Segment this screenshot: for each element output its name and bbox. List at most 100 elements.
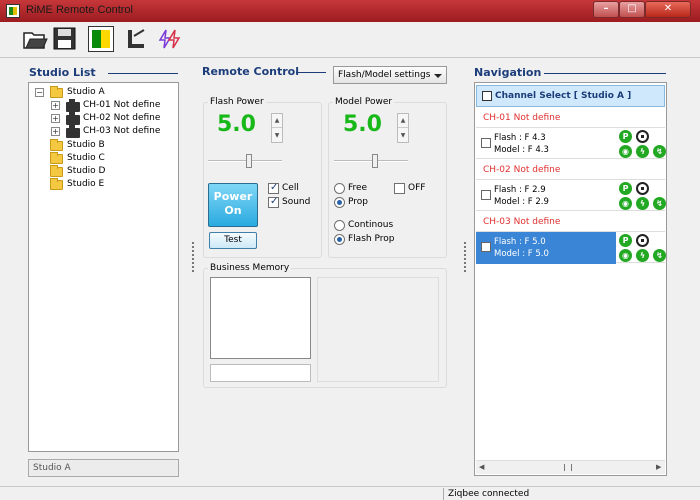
channel-checkbox[interactable] xyxy=(481,138,491,148)
tree-label: Studio D xyxy=(67,166,106,176)
flash-test-icon[interactable]: ϟ xyxy=(636,249,649,262)
channel-header: CH-02 Not define xyxy=(476,163,665,178)
flash-trigger-icon[interactable]: ↯ xyxy=(653,249,666,262)
model-power-slider[interactable] xyxy=(334,154,408,168)
channel-row-selected[interactable]: Flash : F 5.0 Model : F 5.0 P ◉ ϟ ↯ xyxy=(476,231,666,264)
modeling-light-icon[interactable]: ◉ xyxy=(619,197,632,210)
flash-sync-button[interactable] xyxy=(156,26,182,52)
select-all-checkbox[interactable] xyxy=(482,91,492,101)
flash-trigger-icon[interactable]: ↯ xyxy=(653,145,666,158)
continous-radio[interactable] xyxy=(334,220,345,231)
scroll-right-icon[interactable]: ▶ xyxy=(656,463,661,471)
arrow-up-icon[interactable]: ▲ xyxy=(272,114,282,128)
mode-select-value: Flash/Model settings xyxy=(338,70,431,80)
minimize-button[interactable]: – xyxy=(593,1,619,18)
flash-power-stepper[interactable]: ▲ ▼ xyxy=(271,113,283,143)
channel-row[interactable]: Flash : F 2.9 Model : F 2.9 P ◉ ϟ ↯ xyxy=(476,179,666,211)
folder-icon xyxy=(50,165,63,177)
model-value: Model : F 4.3 xyxy=(494,145,549,155)
memory-list[interactable] xyxy=(317,277,439,382)
slider-track xyxy=(208,160,282,162)
free-radio[interactable] xyxy=(334,183,345,194)
connection-status: Ziqbee connected xyxy=(448,489,530,499)
close-button[interactable]: ✕ xyxy=(645,1,691,18)
target-icon[interactable] xyxy=(636,182,649,195)
collapse-icon[interactable]: − xyxy=(35,88,44,97)
cell-checkbox[interactable] xyxy=(268,182,279,194)
power-on-button[interactable]: Power On xyxy=(208,183,258,227)
business-memory-label: Business Memory xyxy=(208,263,292,273)
folder-icon xyxy=(50,178,63,190)
flash-power-label: Flash Power xyxy=(208,97,266,107)
left-splitter-handle[interactable] xyxy=(192,242,195,272)
flash-trigger-icon[interactable]: ↯ xyxy=(653,197,666,210)
prop-radio[interactable] xyxy=(334,197,345,208)
preset-p-icon[interactable]: P xyxy=(619,182,632,195)
save-button[interactable] xyxy=(52,26,78,52)
scroll-thumb[interactable] xyxy=(564,464,572,471)
expand-icon[interactable]: + xyxy=(51,101,60,110)
probe-button[interactable] xyxy=(122,26,148,52)
maximize-icon: □ xyxy=(627,3,637,14)
flash-prop-radio[interactable] xyxy=(334,234,345,245)
rime-logo-button[interactable] xyxy=(88,26,114,52)
model-power-value: 5.0 xyxy=(343,112,382,137)
power-button-line2: On xyxy=(224,204,242,217)
flash-power-slider[interactable] xyxy=(208,154,282,168)
right-splitter-handle[interactable] xyxy=(464,242,467,272)
model-power-stepper[interactable]: ▲ ▼ xyxy=(397,113,409,143)
studio-list-title: Studio List xyxy=(29,66,96,79)
tree-label: CH-01 Not define xyxy=(83,100,161,110)
cell-label: Cell xyxy=(282,183,299,193)
status-separator xyxy=(443,488,444,500)
sound-label: Sound xyxy=(282,197,311,207)
channel-checkbox[interactable] xyxy=(481,190,491,200)
modeling-light-icon[interactable]: ◉ xyxy=(619,145,632,158)
title-bar: RiME Remote Control – □ ✕ xyxy=(0,0,700,22)
flash-test-icon[interactable]: ϟ xyxy=(636,197,649,210)
arrow-down-icon[interactable]: ▼ xyxy=(272,129,282,143)
navigation-divider xyxy=(544,73,666,74)
expand-icon[interactable]: + xyxy=(51,127,60,136)
memory-name-input[interactable] xyxy=(210,364,311,382)
channel-select-label: Channel Select [ Studio A ] xyxy=(495,91,632,101)
target-icon[interactable] xyxy=(636,130,649,143)
channel-checkbox[interactable] xyxy=(481,242,491,252)
floppy-disk-icon xyxy=(53,27,76,50)
modeling-light-icon[interactable]: ◉ xyxy=(619,249,632,262)
status-bar: Ziqbee connected xyxy=(0,486,700,500)
folder-icon xyxy=(50,139,63,151)
target-icon[interactable] xyxy=(636,234,649,247)
channel-row[interactable]: Flash : F 4.3 Model : F 4.3 P ◉ ϟ ↯ xyxy=(476,127,666,159)
studio-tree[interactable]: − Studio A + CH-01 Not define + CH-02 No… xyxy=(28,82,179,452)
channel-select-header[interactable]: Channel Select [ Studio A ] xyxy=(476,85,665,107)
slider-thumb[interactable] xyxy=(372,154,378,168)
navigation-title: Navigation xyxy=(474,66,542,79)
arrow-up-icon[interactable]: ▲ xyxy=(398,114,408,128)
open-folder-button[interactable] xyxy=(22,26,48,52)
app-icon xyxy=(6,4,20,18)
arrow-down-icon[interactable]: ▼ xyxy=(398,129,408,143)
expand-icon[interactable]: + xyxy=(51,114,60,123)
current-studio-field[interactable]: Studio A xyxy=(28,459,179,477)
prop-label: Prop xyxy=(348,197,368,207)
flash-prop-label: Flash Prop xyxy=(348,234,395,244)
remote-control-title: Remote Control xyxy=(202,65,299,78)
test-button[interactable]: Test xyxy=(209,232,257,249)
maximize-button[interactable]: □ xyxy=(619,1,645,18)
preset-p-icon[interactable]: P xyxy=(619,234,632,247)
flash-test-icon[interactable]: ϟ xyxy=(636,145,649,158)
flash-power-value: 5.0 xyxy=(217,112,256,137)
tree-label: CH-03 Not define xyxy=(83,126,161,136)
model-power-label: Model Power xyxy=(333,97,395,107)
preset-p-icon[interactable]: P xyxy=(619,130,632,143)
scroll-left-icon[interactable]: ◀ xyxy=(479,463,484,471)
mode-select-dropdown[interactable]: Flash/Model settings xyxy=(333,66,447,84)
slider-track xyxy=(334,160,408,162)
slider-thumb[interactable] xyxy=(246,154,252,168)
tree-label: Studio B xyxy=(67,140,105,150)
off-checkbox[interactable] xyxy=(394,183,405,194)
sound-checkbox[interactable] xyxy=(268,196,279,208)
memory-preview[interactable] xyxy=(210,277,311,359)
navigation-hscrollbar[interactable]: ◀ ▶ xyxy=(476,460,665,474)
